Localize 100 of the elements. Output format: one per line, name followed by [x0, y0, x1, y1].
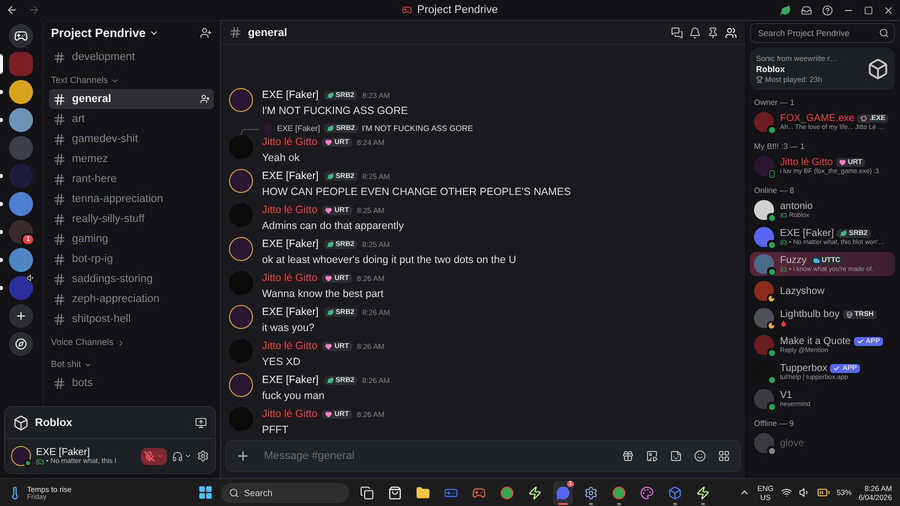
channel-item[interactable]: bots [49, 373, 214, 393]
pin-icon[interactable] [707, 26, 719, 38]
start-icon[interactable] [198, 485, 213, 500]
author-name[interactable]: EXE [Faker] [262, 306, 319, 318]
threads-icon[interactable] [671, 26, 683, 38]
chat-app-icon[interactable] [556, 486, 570, 500]
channel-item[interactable]: gaming [49, 229, 214, 249]
group-title: Online — 8 [754, 186, 796, 195]
settings-icon[interactable] [197, 450, 209, 462]
palette-icon[interactable] [640, 486, 654, 500]
back-arrow-icon[interactable] [6, 4, 18, 16]
bolt-icon[interactable] [696, 486, 710, 500]
avatar[interactable] [229, 305, 253, 329]
channel-category[interactable]: Bot shit [49, 351, 214, 373]
server-icon[interactable] [9, 248, 33, 272]
add-server-button[interactable] [9, 304, 33, 328]
channel-item[interactable]: shitpost-hell [49, 309, 214, 329]
search-icon [879, 28, 889, 38]
battery-icon[interactable] [816, 486, 830, 499]
gamepad-icon [14, 29, 28, 43]
close-icon[interactable] [883, 4, 894, 16]
invite-icon[interactable] [200, 94, 210, 104]
channel-item[interactable]: general [49, 89, 214, 109]
bell-icon[interactable] [689, 26, 701, 38]
search-box[interactable]: Search Project Pendrive [750, 23, 895, 43]
avatar[interactable] [229, 373, 253, 397]
message-input[interactable]: Message #general [262, 441, 610, 471]
channel-item[interactable]: rant-here [49, 169, 214, 189]
member-item[interactable]: Lazyshow [750, 279, 895, 303]
plus-icon[interactable] [236, 449, 250, 463]
server-name-menu[interactable]: Project Pendrive [51, 26, 146, 40]
author-name[interactable]: Jitto lé Gitto [262, 136, 318, 148]
channel-item[interactable]: art [49, 109, 214, 129]
channel-category[interactable]: Voice Channels [49, 329, 214, 351]
leaf-icon [326, 172, 334, 180]
check-icon [856, 338, 864, 345]
channel-item[interactable]: tenna-appreciation [49, 189, 214, 209]
gif-icon[interactable] [646, 450, 658, 462]
channel-category[interactable]: Text Channels [49, 67, 214, 89]
user-avatar[interactable] [11, 446, 31, 466]
folder-icon[interactable] [416, 486, 430, 500]
task-view-icon[interactable] [360, 486, 374, 500]
maximize-icon[interactable] [864, 6, 873, 14]
apps-icon[interactable] [718, 450, 730, 462]
author-name[interactable]: Jitto lé Gitto [262, 408, 318, 420]
game-icon[interactable] [472, 486, 486, 500]
channel-item[interactable]: zeph-appreciation [49, 289, 214, 309]
wifi-icon[interactable] [780, 487, 792, 498]
hash-icon [53, 376, 66, 390]
home-button[interactable] [9, 24, 33, 48]
channel-item[interactable]: bot-rp-ig [49, 249, 214, 269]
member-item[interactable]: glove [750, 431, 895, 455]
channel-item[interactable]: development [49, 47, 214, 67]
microphone-toggle[interactable] [141, 448, 167, 464]
author-name[interactable]: Jitto lé Gitto [262, 204, 318, 216]
emoji-icon[interactable] [694, 450, 706, 462]
volume-icon[interactable] [798, 487, 810, 498]
avatar[interactable] [229, 237, 253, 261]
leaf-icon [326, 240, 334, 248]
author-name[interactable]: EXE [Faker] [262, 89, 319, 101]
hash-icon [229, 26, 242, 39]
skull-icon [846, 311, 852, 318]
author-name[interactable]: EXE [Faker] [262, 374, 319, 386]
author-name[interactable]: EXE [Faker] [262, 238, 319, 250]
search-field[interactable]: Search Project Pendrive [756, 24, 879, 42]
message-box[interactable]: Message #general [225, 440, 741, 472]
server-icon[interactable] [9, 108, 33, 132]
channel-item[interactable]: saddings-storing [49, 269, 214, 289]
bolt-icon[interactable] [528, 486, 542, 500]
channel-item[interactable]: memez [49, 149, 214, 169]
heart-icon [325, 206, 332, 214]
channel-item[interactable]: really-silly-stuff [49, 209, 214, 229]
cube-icon[interactable] [668, 486, 682, 500]
chevron-down-icon[interactable] [184, 452, 192, 460]
inbox-icon[interactable] [801, 4, 812, 16]
author-name[interactable]: Jitto lé Gitto [262, 272, 318, 284]
channel-item[interactable]: gamedev-shit [49, 129, 214, 149]
server-icon[interactable] [9, 80, 33, 104]
taskbar-search[interactable]: Search [221, 482, 349, 502]
screen-share-icon[interactable] [195, 416, 207, 428]
chevron-down-icon [84, 361, 92, 369]
add-member-icon[interactable] [200, 27, 212, 39]
store-bag-icon[interactable] [388, 486, 402, 500]
hash-icon [53, 92, 66, 106]
hash-icon [53, 132, 66, 146]
sticker-icon[interactable] [670, 450, 682, 462]
heart-icon [838, 159, 846, 166]
author-name[interactable]: Jitto lé Gitto [262, 340, 318, 352]
leaf-icon[interactable] [780, 4, 791, 16]
avatar[interactable] [229, 88, 253, 112]
trophy-icon [756, 76, 763, 83]
headphones-icon[interactable] [172, 450, 183, 462]
server-icon[interactable] [9, 192, 33, 216]
members-icon[interactable] [725, 26, 737, 38]
discover-button[interactable] [9, 332, 33, 356]
author-name[interactable]: EXE [Faker] [262, 170, 319, 182]
gear-icon[interactable] [584, 486, 598, 500]
avatar[interactable] [229, 169, 253, 193]
gift-icon[interactable] [622, 450, 634, 462]
help-icon[interactable] [822, 4, 833, 16]
